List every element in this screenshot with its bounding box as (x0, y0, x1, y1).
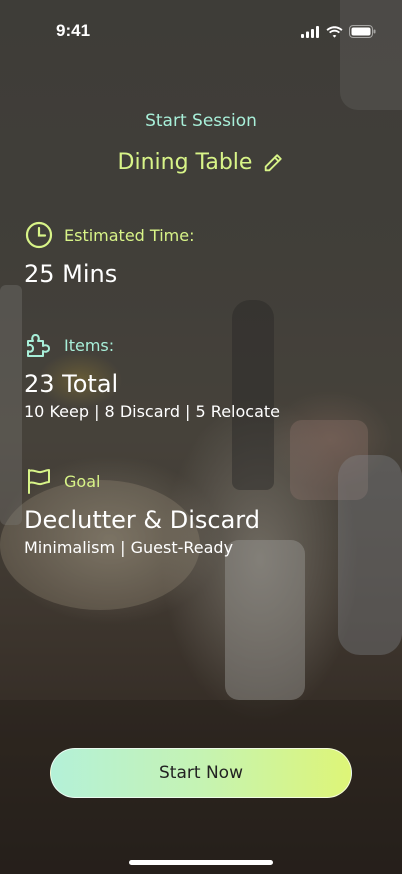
start-now-button[interactable]: Start Now (50, 748, 352, 798)
items-label: Items: (64, 335, 115, 355)
title-row: Dining Table (0, 150, 402, 175)
items-header: Items: (24, 330, 384, 360)
puzzle-icon (27, 334, 50, 357)
session-summary: Start Session Dining Table Estimated Tim… (0, 0, 402, 874)
items-total: 23 Total (24, 370, 119, 398)
page-title: Dining Table (117, 150, 253, 175)
estimated-time-label: Estimated Time: (64, 225, 195, 245)
estimated-time-value: 25 Mins (24, 260, 118, 288)
goal-header: Goal (24, 466, 384, 496)
flag-icon (28, 469, 50, 494)
pencil-icon[interactable] (262, 152, 284, 174)
goal-tags: Minimalism | Guest-Ready (24, 538, 234, 557)
goal-section: Goal Declutter & Discard Minimalism | Gu… (24, 466, 384, 557)
session-label: Start Session (145, 111, 257, 131)
clock-icon (25, 221, 53, 249)
goal-label: Goal (64, 471, 101, 491)
estimated-time-section: Estimated Time: 25 Mins (24, 220, 384, 288)
items-section: Items: 23 Total 10 Keep | 8 Discard | 5 … (24, 330, 384, 421)
goal-value: Declutter & Discard (24, 506, 260, 534)
items-breakdown: 10 Keep | 8 Discard | 5 Relocate (24, 402, 280, 421)
home-indicator[interactable] (129, 860, 273, 865)
estimated-time-header: Estimated Time: (24, 220, 384, 250)
